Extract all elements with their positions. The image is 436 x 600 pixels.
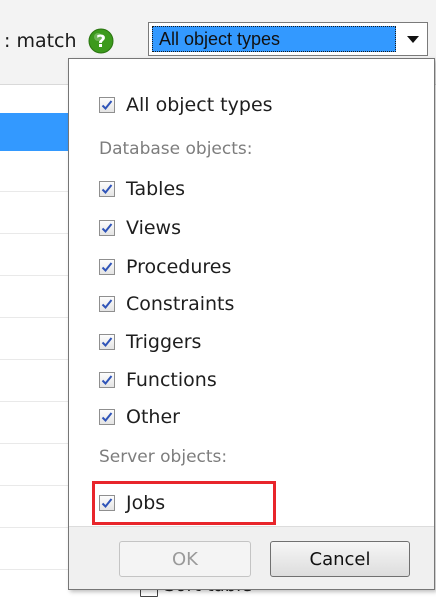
option-all-object-types[interactable]: All object types: [99, 90, 273, 120]
checkbox[interactable]: [99, 334, 115, 350]
svg-text:?: ?: [96, 32, 106, 52]
jobs-highlight-annotation: [92, 481, 276, 525]
checkbox[interactable]: [99, 259, 115, 275]
option-views[interactable]: Views: [99, 213, 181, 243]
checkbox[interactable]: [99, 372, 115, 388]
checkmark-icon: [101, 375, 113, 385]
checkbox[interactable]: [99, 296, 115, 312]
match-label: : match: [4, 30, 77, 52]
ok-button[interactable]: OK: [119, 541, 251, 577]
list-row-divider: [0, 233, 68, 234]
option-label: Triggers: [126, 331, 202, 353]
group-label-server-objects: Server objects:: [99, 447, 228, 467]
checkbox[interactable]: [99, 181, 115, 197]
object-type-dropdown: All object types Database objects: Table…: [68, 58, 435, 590]
list-row-divider: [0, 443, 68, 444]
list-row-divider: [0, 569, 68, 570]
checkmark-icon: [101, 223, 113, 233]
cancel-button[interactable]: Cancel: [270, 541, 410, 577]
option-constraints[interactable]: Constraints: [99, 289, 234, 319]
checkmark-icon: [101, 100, 113, 110]
option-label: All object types: [126, 94, 273, 116]
option-label: Other: [126, 406, 180, 428]
checkmark-icon: [101, 299, 113, 309]
option-label: Procedures: [126, 256, 232, 278]
option-label: Views: [126, 217, 181, 239]
dropdown-footer: OK Cancel: [69, 526, 434, 589]
group-label-database-objects: Database objects:: [99, 139, 253, 159]
object-type-select[interactable]: All object types: [148, 22, 428, 56]
checkbox[interactable]: [99, 97, 115, 113]
list-row-divider: [0, 191, 68, 192]
help-icon[interactable]: ?: [88, 28, 114, 54]
list-row-divider: [0, 527, 68, 528]
checkmark-icon: [101, 337, 113, 347]
list-row-divider: [0, 275, 68, 276]
option-label: Constraints: [126, 293, 235, 315]
checkmark-icon: [101, 412, 113, 422]
option-other[interactable]: Other: [99, 402, 180, 432]
object-type-select-value-box: All object types: [152, 26, 396, 52]
checkmark-icon: [101, 262, 113, 272]
list-row-divider: [0, 401, 68, 402]
option-label: Tables: [126, 178, 186, 200]
option-functions[interactable]: Functions: [99, 365, 217, 395]
chevron-down-icon[interactable]: [407, 36, 419, 43]
option-procedures[interactable]: Procedures: [99, 252, 231, 282]
list-row-divider: [0, 317, 68, 318]
checkbox[interactable]: [99, 409, 115, 425]
checkbox[interactable]: [99, 220, 115, 236]
object-type-select-value: All object types: [159, 29, 281, 49]
list-row-divider: [0, 359, 68, 360]
selected-list-row[interactable]: [0, 113, 68, 151]
option-label: Functions: [126, 369, 217, 391]
checkmark-icon: [101, 184, 113, 194]
option-triggers[interactable]: Triggers: [99, 327, 201, 357]
list-row-divider: [0, 485, 68, 486]
option-tables[interactable]: Tables: [99, 174, 185, 204]
